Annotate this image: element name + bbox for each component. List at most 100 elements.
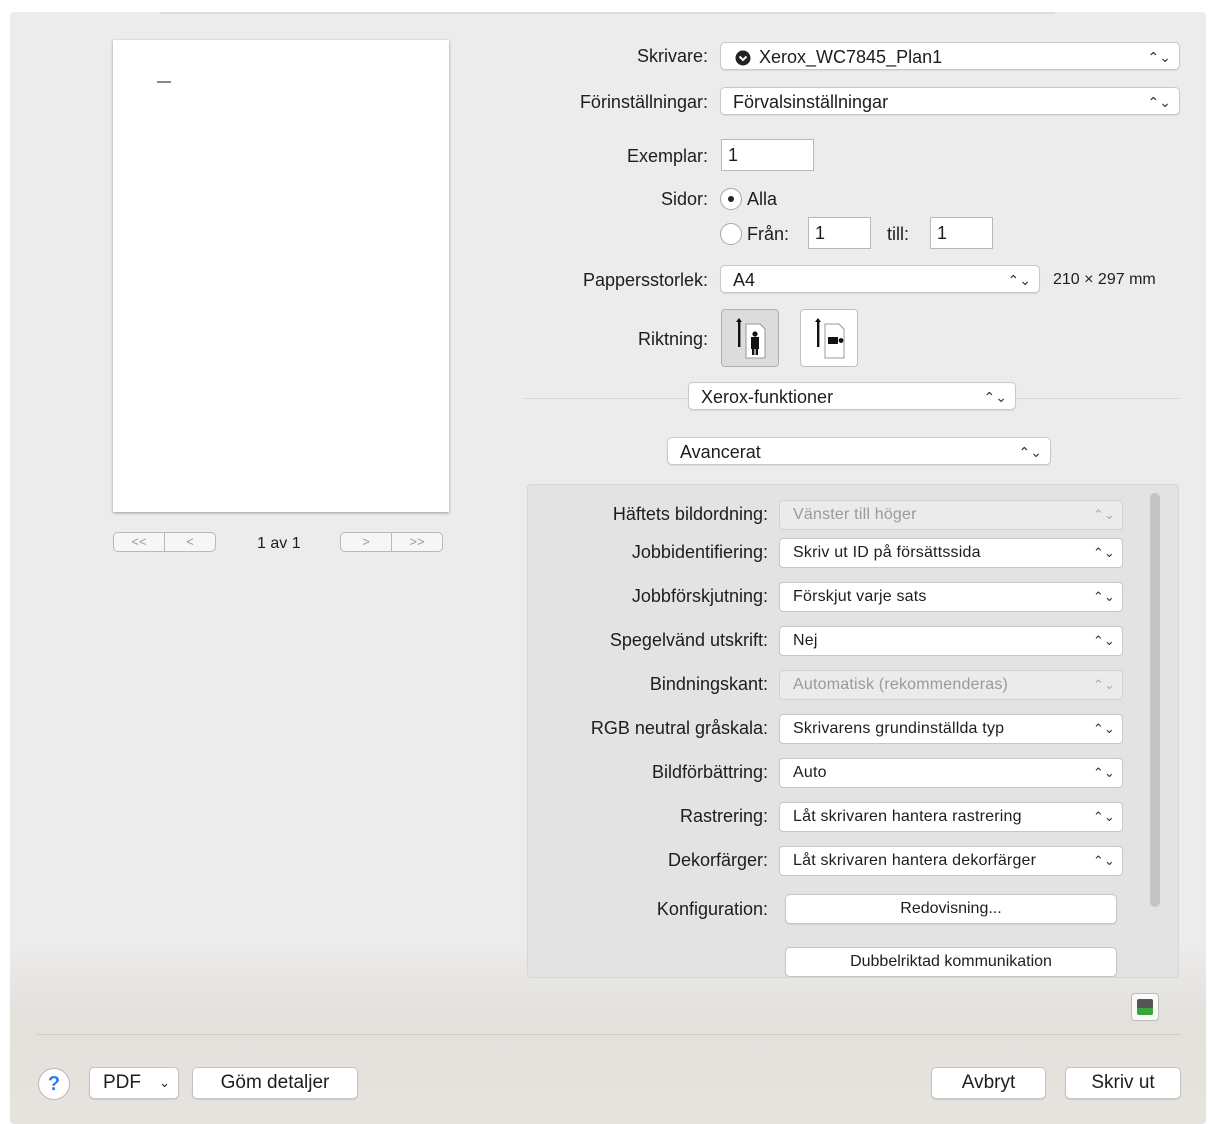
preview-back-nav: << < <box>113 532 216 552</box>
setting-value: Förskjut varje sats <box>793 588 927 605</box>
section-separator-left <box>523 398 688 399</box>
setting-row: Spegelvänd utskrift: Nej ⌃⌄ <box>528 624 1178 660</box>
previous-page-button[interactable]: < <box>165 532 216 552</box>
first-page-button[interactable]: << <box>113 532 165 552</box>
section-popup[interactable]: Xerox-funktioner ⌃⌄ <box>688 382 1016 410</box>
configuration-label: Konfiguration: <box>656 899 768 919</box>
preview-forward-nav: > >> <box>340 532 443 552</box>
pdf-label: PDF <box>103 1072 141 1093</box>
setting-label: Dekorfärger: <box>667 850 768 870</box>
setting-row: RGB neutral gråskala: Skrivarens grundin… <box>528 712 1178 748</box>
spot-colors-popup[interactable]: Låt skrivaren hantera dekorfärger ⌃⌄ <box>779 846 1123 876</box>
chevron-updown-icon: ⌃⌄ <box>1092 809 1115 824</box>
setting-row: Jobbförskjutning: Förskjut varje sats ⌃⌄ <box>528 580 1178 616</box>
setting-label: RGB neutral gråskala: <box>590 718 768 738</box>
presets-value: Förvalsinställningar <box>733 92 889 112</box>
presets-popup[interactable]: Förvalsinställningar ⌃⌄ <box>720 87 1180 115</box>
printer-status-icon <box>735 50 751 66</box>
chevron-updown-icon: ⌃⌄ <box>983 389 1007 405</box>
pages-to-label: till: <box>887 224 909 244</box>
pages-from-field[interactable]: 1 <box>808 217 871 249</box>
setting-value: Automatisk (rekommenderas) <box>793 676 1009 693</box>
printer-popup[interactable]: Xerox_WC7845_Plan1 ⌃⌄ <box>720 42 1180 70</box>
setting-row: Dekorfärger: Låt skrivaren hantera dekor… <box>528 844 1178 880</box>
setting-row: Jobbidentifiering: Skriv ut ID på försät… <box>528 536 1178 572</box>
setting-value: Auto <box>793 764 827 781</box>
job-offset-popup[interactable]: Förskjut varje sats ⌃⌄ <box>779 582 1123 612</box>
printer-status-indicator-icon <box>1131 993 1159 1021</box>
pages-from-label: Från: <box>747 224 790 244</box>
chevron-down-icon: ⌄ <box>159 1075 170 1090</box>
copies-label: Exemplar: <box>626 146 708 166</box>
hide-details-button[interactable]: Göm detaljer <box>192 1067 358 1099</box>
job-id-popup[interactable]: Skriv ut ID på försättssida ⌃⌄ <box>779 538 1123 568</box>
binding-edge-popup: Automatisk (rekommenderas) ⌃⌄ <box>779 670 1123 700</box>
rgb-gray-popup[interactable]: Skrivarens grundinställda typ ⌃⌄ <box>779 714 1123 744</box>
setting-value: Låt skrivaren hantera rastrering <box>793 808 1022 825</box>
setting-label: Rastrering: <box>679 806 768 826</box>
image-enhancement-popup[interactable]: Auto ⌃⌄ <box>779 758 1123 788</box>
chevron-updown-icon: ⌃⌄ <box>1147 94 1171 110</box>
subsection-popup[interactable]: Avancerat ⌃⌄ <box>667 437 1051 465</box>
preview-text-mark <box>157 81 171 83</box>
setting-value: Skriv ut ID på försättssida <box>793 544 981 561</box>
section-separator-right <box>1016 398 1180 399</box>
page-preview <box>113 40 449 512</box>
setting-value: Vänster till höger <box>793 506 917 523</box>
landscape-icon <box>815 318 845 359</box>
chevron-updown-icon: ⌃⌄ <box>1007 272 1031 288</box>
chevron-updown-icon: ⌃⌄ <box>1092 545 1115 560</box>
cancel-button[interactable]: Avbryt <box>931 1067 1046 1099</box>
section-popup-value: Xerox-funktioner <box>701 387 834 407</box>
mirror-print-popup[interactable]: Nej ⌃⌄ <box>779 626 1123 656</box>
page-indicator: 1 av 1 <box>257 535 301 552</box>
panel-scrollbar[interactable] <box>1150 493 1160 907</box>
print-button[interactable]: Skriv ut <box>1065 1067 1181 1099</box>
setting-row: Bindningskant: Automatisk (rekommenderas… <box>528 668 1178 704</box>
screening-popup[interactable]: Låt skrivaren hantera rastrering ⌃⌄ <box>779 802 1123 832</box>
setting-row: Rastrering: Låt skrivaren hantera rastre… <box>528 800 1178 836</box>
subsection-popup-value: Avancerat <box>680 442 761 462</box>
portrait-orientation-button[interactable] <box>721 309 779 367</box>
chevron-updown-icon: ⌃⌄ <box>1092 721 1115 736</box>
setting-label: Jobbidentifiering: <box>631 542 768 562</box>
copies-field[interactable]: 1 <box>721 139 814 171</box>
advanced-settings-panel: Häftets bildordning: Vänster till höger ⌃… <box>527 484 1179 978</box>
dialog-top-edge <box>160 12 1055 14</box>
pdf-menu-button[interactable]: PDF ⌄ <box>89 1067 179 1099</box>
chevron-updown-icon: ⌃⌄ <box>1092 677 1115 692</box>
printer-value: Xerox_WC7845_Plan1 <box>759 47 943 67</box>
pages-to-field[interactable]: 1 <box>930 217 993 249</box>
chevron-updown-icon: ⌃⌄ <box>1092 589 1115 604</box>
pages-label: Sidor: <box>660 189 708 209</box>
setting-label: Bindningskant: <box>649 674 768 694</box>
landscape-orientation-button[interactable] <box>800 309 858 367</box>
setting-label: Jobbförskjutning: <box>631 586 768 606</box>
setting-row: Häftets bildordning: Vänster till höger ⌃… <box>528 498 1178 534</box>
orientation-label: Riktning: <box>637 329 708 349</box>
paper-size-label: Pappersstorlek: <box>582 270 708 290</box>
presets-label: Förinställningar: <box>579 92 708 112</box>
pages-all-radio[interactable] <box>720 188 742 210</box>
setting-value: Låt skrivaren hantera dekorfärger <box>793 852 1037 869</box>
next-page-button[interactable]: > <box>340 532 392 552</box>
setting-row: Bildförbättring: Auto ⌃⌄ <box>528 756 1178 792</box>
booklet-order-popup: Vänster till höger ⌃⌄ <box>779 500 1123 530</box>
accounting-button[interactable]: Redovisning... <box>785 894 1117 924</box>
bidirectional-communication-button[interactable]: Dubbelriktad kommunikation <box>785 947 1117 977</box>
pages-all-label: Alla <box>747 189 778 209</box>
paper-dimensions: 210 × 297 mm <box>1053 271 1156 288</box>
footer-separator <box>37 1034 1181 1035</box>
chevron-updown-icon: ⌃⌄ <box>1092 507 1115 522</box>
setting-label: Bildförbättring: <box>651 762 768 782</box>
setting-label: Spegelvänd utskrift: <box>609 630 768 650</box>
pages-range-radio[interactable] <box>720 223 742 245</box>
last-page-button[interactable]: >> <box>392 532 443 552</box>
portrait-icon <box>736 318 766 359</box>
chevron-updown-icon: ⌃⌄ <box>1092 765 1115 780</box>
help-button[interactable]: ? <box>38 1068 70 1100</box>
chevron-updown-icon: ⌃⌄ <box>1147 49 1171 65</box>
chevron-updown-icon: ⌃⌄ <box>1092 853 1115 868</box>
setting-label: Häftets bildordning: <box>612 504 768 524</box>
paper-size-popup[interactable]: A4 ⌃⌄ <box>720 265 1040 293</box>
